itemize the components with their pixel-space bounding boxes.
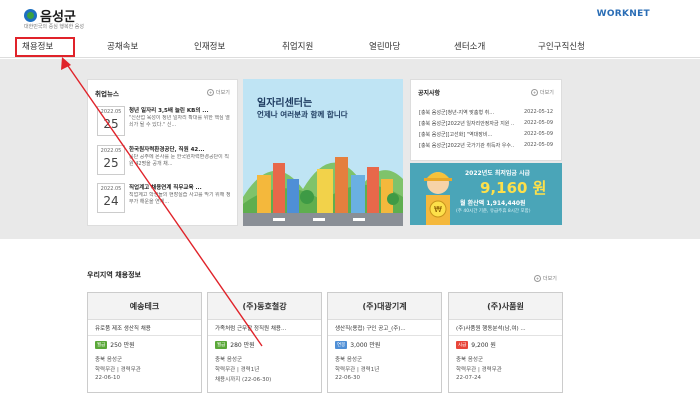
main-nav: 채용정보 공채속보 인재정보 취업지원 열린마당 센터소개 구인구직신청 xyxy=(0,36,700,58)
news-item[interactable]: 2022.05 24 직업계고 채용연계 직무교육 ... 직업계고 학생들의 … xyxy=(97,183,233,219)
news-desc: 직업계고 학생들의 현장실습 사고를 막기 위해 정부가 해운을 연계... xyxy=(129,192,231,205)
worknet-logo[interactable]: WORKNET xyxy=(597,9,650,19)
nav-item-open-board[interactable]: 열린마당 xyxy=(369,40,400,52)
job-region: 충북 음성군 xyxy=(456,357,484,363)
notice-date: 2022-05-09 xyxy=(523,120,553,126)
job-pay: 월급 280 만원 xyxy=(215,340,255,349)
job-company: 예송테크 xyxy=(88,293,201,320)
job-deadline: 22-07-24 xyxy=(456,375,481,381)
job-company: (주)대광기계 xyxy=(328,293,441,320)
wage-note: (주 40시간 기준, 유급주휴 8시간 포함) xyxy=(456,209,531,214)
job-title: 생산직(용접) 구인 공고_(주)... xyxy=(335,326,406,332)
notice-card-title: 공지사항 xyxy=(418,90,441,97)
job-region: 충북 음성군 xyxy=(335,357,363,363)
divider xyxy=(88,335,201,336)
nav-item-apply[interactable]: 구인구직신청 xyxy=(538,40,585,52)
job-pay: 시급 9,200 원 xyxy=(456,340,496,349)
job-card[interactable]: 예송테크 유로품 제조 생산직 채용 월급 250 만원 충북 음성군 학력무관… xyxy=(87,292,202,393)
active-nav-highlight xyxy=(15,37,75,57)
news-item[interactable]: 2022.05 25 청년 일자리 3,5배 늘린 KB의 ... "신산업 육… xyxy=(97,106,233,142)
job-region: 충북 음성군 xyxy=(95,357,123,363)
notice-text: [충북 음성군][고선화] "역대장비... xyxy=(419,132,493,138)
notice-text: [충북 음성군]2022년 국가기관 취득자 우수... xyxy=(419,143,514,149)
worker-illustration: ₩ xyxy=(424,172,452,225)
job-company: (주)사품원 xyxy=(449,293,562,320)
job-region: 충북 음성군 xyxy=(215,357,243,363)
job-deadline: 22-06-10 xyxy=(95,375,120,381)
divider xyxy=(328,335,441,336)
plus-icon: + xyxy=(531,89,538,96)
wage-amount: 9,160 원 xyxy=(480,179,547,197)
site-header: 음성군 대한민국의 중심 행복한 음성 WORKNET xyxy=(0,0,700,36)
logo-icon xyxy=(24,9,37,22)
center-banner[interactable]: 일자리센터는 언제나 여러분과 함께 합니다 xyxy=(243,79,403,226)
job-pay: 연봉 3,000 만원 xyxy=(335,340,381,349)
jobs-more-link[interactable]: + 더보기 xyxy=(534,275,557,282)
job-pay: 월급 250 만원 xyxy=(95,340,135,349)
news-title: 한국원자력환경공단, 직원 42... xyxy=(129,147,205,153)
news-desc: "신산업 육성이 청년 일자리 확대를 위한 핵심 열쇠가 될 수 있다." 신… xyxy=(129,115,230,128)
job-card[interactable]: (주)대광기계 생산직(용접) 구인 공고_(주)... 연봉 3,000 만원… xyxy=(327,292,442,393)
logo-subtitle: 대한민국의 중심 행복한 음성 xyxy=(24,24,84,30)
plus-icon: + xyxy=(534,275,541,282)
nav-item-employment-support[interactable]: 취업지원 xyxy=(282,40,313,52)
notice-text: [충북 음성군]2022년 일자리안정자금 지원 ... xyxy=(419,121,514,127)
plus-icon: + xyxy=(207,89,214,96)
job-title: 가족처럼 근무할 정직원 채용... xyxy=(215,326,287,332)
news-item[interactable]: 2022.05 25 한국원자력환경공단, 직원 42... 공단 공주에 몬사… xyxy=(97,145,233,181)
job-requirements: 학력무관 | 경력1년 xyxy=(335,367,380,373)
job-card[interactable]: (주)사품원 (주)사품원 행동분석(남,여) ... 시급 9,200 원 충… xyxy=(448,292,563,393)
news-title: 직업계고 채용연계 직무교육 ... xyxy=(129,185,202,191)
job-title: (주)사품원 행동분석(남,여) ... xyxy=(456,326,526,332)
notice-card: 공지사항 + 더보기 [충북 음성군]청년-지역 맞춤형 취... 2022-05… xyxy=(410,79,562,161)
divider xyxy=(449,335,562,336)
news-more-link[interactable]: + 더보기 xyxy=(207,89,230,96)
job-deadline: 22-06-30 xyxy=(335,375,360,381)
notice-date: 2022-05-12 xyxy=(523,109,553,115)
news-desc: 공단 공주에 몬사를 둔 한국원자력환경공단이 직원 42명을 공개 채... xyxy=(129,154,229,167)
nav-item-recruit-news[interactable]: 공채속보 xyxy=(107,40,138,52)
news-card: 취업뉴스 + 더보기 2022.05 25 청년 일자리 3,5배 늘린 KB의 … xyxy=(87,79,238,226)
news-date: 2022.05 25 xyxy=(97,106,125,136)
notice-more-link[interactable]: + 더보기 xyxy=(531,89,554,96)
job-company: (주)동호철강 xyxy=(208,293,321,320)
jobs-section-title: 우리지역 채용정보 xyxy=(87,271,141,279)
pay-type-badge: 월급 xyxy=(215,340,228,349)
news-title: 청년 일자리 3,5배 늘린 KB의 ... xyxy=(129,108,209,114)
job-requirements: 학력무관 | 경력무관 xyxy=(95,367,141,373)
news-card-title: 취업뉴스 xyxy=(95,90,119,98)
notice-text: [충북 음성군]청년-지역 맞춤형 취... xyxy=(419,110,495,116)
pay-type-badge: 연봉 xyxy=(335,340,348,349)
city-illustration xyxy=(243,157,403,226)
news-date: 2022.05 24 xyxy=(97,183,125,213)
job-card[interactable]: (주)동호철강 가족처럼 근무할 정직원 채용... 월급 280 만원 충북 … xyxy=(207,292,322,393)
nav-item-talent[interactable]: 인재정보 xyxy=(194,40,225,52)
svg-text:₩: ₩ xyxy=(434,205,442,214)
job-title: 유로품 제조 생산직 채용 xyxy=(95,326,151,332)
minimum-wage-banner[interactable]: ₩ 2022년도 최저임금 시급 9,160 원 월 환산액 1,914,440… xyxy=(410,163,562,225)
wage-label: 2022년도 최저임금 시급 xyxy=(465,170,531,177)
news-date: 2022.05 25 xyxy=(97,145,125,175)
divider xyxy=(208,335,321,336)
job-deadline: 채용시까지 (22-06-30) xyxy=(215,377,272,383)
notice-date: 2022-05-09 xyxy=(523,131,553,137)
nav-item-center-intro[interactable]: 센터소개 xyxy=(454,40,485,52)
notice-date: 2022-05-09 xyxy=(523,142,553,148)
pay-type-badge: 시급 xyxy=(456,340,469,349)
pay-type-badge: 월급 xyxy=(95,340,108,349)
wage-monthly: 월 환산액 1,914,440원 xyxy=(460,200,526,207)
job-requirements: 학력무관 | 경력무관 xyxy=(456,367,502,373)
job-requirements: 학력무관 | 경력1년 xyxy=(215,367,260,373)
